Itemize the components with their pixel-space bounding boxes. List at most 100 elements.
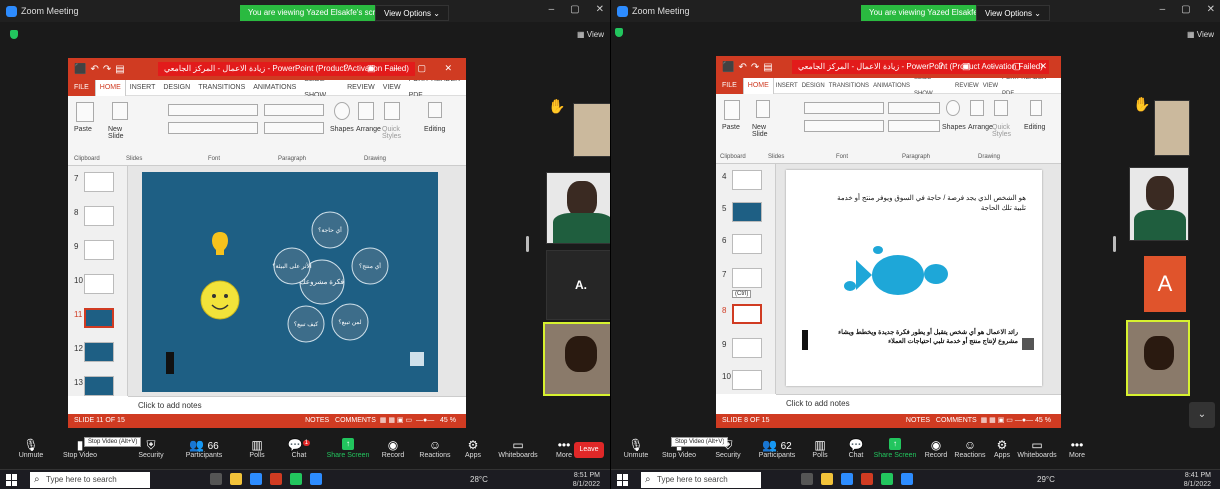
paste-icon[interactable] xyxy=(76,102,94,122)
shapes-button[interactable]: Shapes xyxy=(942,124,966,131)
quick-styles-button[interactable]: Quick Styles xyxy=(382,126,408,140)
arrange-icon[interactable] xyxy=(358,102,374,120)
tab-home[interactable]: HOME xyxy=(94,79,126,96)
slide-thumbnail[interactable] xyxy=(732,370,762,390)
chrome-icon[interactable] xyxy=(290,473,302,485)
leave-button[interactable]: Leave xyxy=(574,442,604,458)
alignment-row[interactable] xyxy=(888,120,940,132)
notes-button[interactable]: NOTES xyxy=(906,417,930,424)
unmute-button[interactable]: 🎙 Unmute xyxy=(14,438,48,459)
close-icon[interactable]: ✕ xyxy=(596,4,604,15)
mail-icon[interactable] xyxy=(250,473,262,485)
zoom-taskbar-icon[interactable] xyxy=(310,473,322,485)
explorer-icon[interactable] xyxy=(230,473,242,485)
view-button[interactable]: ▦ View xyxy=(577,30,604,39)
slide-thumbnail[interactable] xyxy=(84,172,114,192)
active-speaker-video[interactable] xyxy=(543,322,610,396)
explorer-icon[interactable] xyxy=(821,473,833,485)
comments-button[interactable]: COMMENTS xyxy=(335,417,376,424)
comments-button[interactable]: COMMENTS xyxy=(936,417,977,424)
zoom-percent[interactable]: 45 % xyxy=(440,417,456,424)
paste-button[interactable]: Paste xyxy=(74,126,92,133)
paragraph-row[interactable] xyxy=(264,104,324,116)
tab-design[interactable]: DESIGN xyxy=(800,78,827,94)
ppt-window-controls[interactable]: ? ▣ – ▢ ✕ xyxy=(938,61,1055,72)
more-button[interactable]: ••• More xyxy=(552,438,576,459)
whiteboards-button[interactable]: ▭ Whiteboards xyxy=(1015,438,1059,459)
notes-button[interactable]: NOTES xyxy=(305,417,329,424)
security-button[interactable]: ⛨ Security xyxy=(711,438,745,459)
font-format-row[interactable] xyxy=(804,120,884,132)
font-format-row[interactable] xyxy=(168,122,258,134)
new-slide-button[interactable]: New Slide xyxy=(108,126,136,140)
apps-button[interactable]: ⚙ Apps xyxy=(462,438,484,459)
binoculars-icon[interactable] xyxy=(428,102,442,118)
new-slide-icon[interactable] xyxy=(112,102,128,120)
record-button[interactable]: ◉ Record xyxy=(921,438,951,459)
slide-thumbnail[interactable] xyxy=(732,170,762,190)
powerpoint-icon[interactable] xyxy=(270,473,282,485)
shapes-icon[interactable] xyxy=(334,102,350,120)
tab-file[interactable]: FILE xyxy=(68,79,95,96)
quick-styles-button[interactable]: Quick Styles xyxy=(992,124,1016,138)
slide-thumbnail[interactable] xyxy=(732,338,762,358)
slide-thumbnail[interactable] xyxy=(732,268,762,288)
arrange-button[interactable]: Arrange xyxy=(968,124,993,131)
view-options-button[interactable]: View Options ⌄ xyxy=(976,5,1050,21)
tab-insert[interactable]: INSERT xyxy=(126,80,160,96)
share-screen-button[interactable]: ↑ Share Screen xyxy=(873,438,917,459)
unmute-button[interactable]: 🎙 Unmute xyxy=(619,438,653,459)
taskbar-search[interactable]: Type here to search xyxy=(30,472,150,488)
notes-pane[interactable]: Click to add notes xyxy=(776,394,1061,412)
tab-review[interactable]: REVIEW xyxy=(953,78,981,94)
maximize-icon[interactable]: ▢ xyxy=(1181,4,1190,15)
quick-styles-icon[interactable] xyxy=(994,100,1008,116)
ctrl-paste-popup[interactable]: (Ctrl) xyxy=(732,290,752,298)
slide-thumbnail-selected[interactable] xyxy=(84,308,114,328)
maximize-icon[interactable]: ▢ xyxy=(570,4,579,15)
record-button[interactable]: ◉ Record xyxy=(378,438,408,459)
weather[interactable]: 29°C xyxy=(1037,475,1055,484)
tab-animations[interactable]: ANIMATIONS xyxy=(871,78,912,94)
chevron-down-icon[interactable]: ⌄ xyxy=(1189,402,1215,428)
participants-button[interactable]: 👥 62 Participants xyxy=(753,438,801,459)
more-button[interactable]: ••• More xyxy=(1065,438,1089,459)
active-speaker-video[interactable] xyxy=(1126,320,1190,396)
paste-icon[interactable] xyxy=(724,100,740,120)
tab-insert[interactable]: INSERT xyxy=(774,78,800,94)
windows-start-icon[interactable] xyxy=(617,474,629,486)
participants-button[interactable]: 👥 66 Participants xyxy=(180,438,228,459)
taskbar-search[interactable]: Type here to search xyxy=(641,472,761,488)
notes-pane[interactable]: Click to add notes xyxy=(128,396,466,414)
tab-design[interactable]: DESIGN xyxy=(159,80,194,96)
chat-button[interactable]: 💬 Chat xyxy=(843,438,869,459)
arrange-icon[interactable] xyxy=(970,100,984,116)
share-screen-button[interactable]: ↑ Share Screen xyxy=(326,438,370,459)
participant-tile[interactable]: A. xyxy=(546,250,610,320)
tab-transitions[interactable]: TRANSITIONS xyxy=(194,80,249,96)
participant-video[interactable] xyxy=(573,103,610,157)
close-icon[interactable]: ✕ xyxy=(1207,4,1215,15)
quick-styles-icon[interactable] xyxy=(384,102,400,120)
security-button[interactable]: ⛨ Security xyxy=(134,438,168,459)
new-slide-icon[interactable] xyxy=(756,100,770,118)
minimize-icon[interactable]: – xyxy=(1160,4,1166,15)
weather[interactable]: 28°C xyxy=(470,475,488,484)
arrange-button[interactable]: Arrange xyxy=(356,126,381,133)
quick-access-toolbar[interactable]: ⬛↶↷▤ xyxy=(722,62,777,73)
tab-view[interactable]: VIEW xyxy=(981,78,1000,94)
polls-button[interactable]: ▥ Polls xyxy=(807,438,833,459)
ppt-window-controls[interactable]: ? ▣ – ▢ ✕ xyxy=(343,63,460,74)
shield-icon[interactable] xyxy=(10,30,18,39)
participant-video[interactable] xyxy=(1154,100,1190,156)
apps-button[interactable]: ⚙ Apps xyxy=(991,438,1013,459)
shapes-icon[interactable] xyxy=(946,100,960,116)
participant-video[interactable] xyxy=(1129,167,1189,241)
panel-resize-handle[interactable] xyxy=(1113,236,1116,252)
slide-thumbnail[interactable] xyxy=(84,206,114,226)
participant-video[interactable] xyxy=(546,172,610,244)
whiteboards-button[interactable]: ▭ Whiteboards xyxy=(496,438,540,459)
clock[interactable]: 8:41 PM 8/1/2022 xyxy=(1184,471,1211,489)
tab-view[interactable]: VIEW xyxy=(379,80,405,96)
powerpoint-icon[interactable] xyxy=(861,473,873,485)
